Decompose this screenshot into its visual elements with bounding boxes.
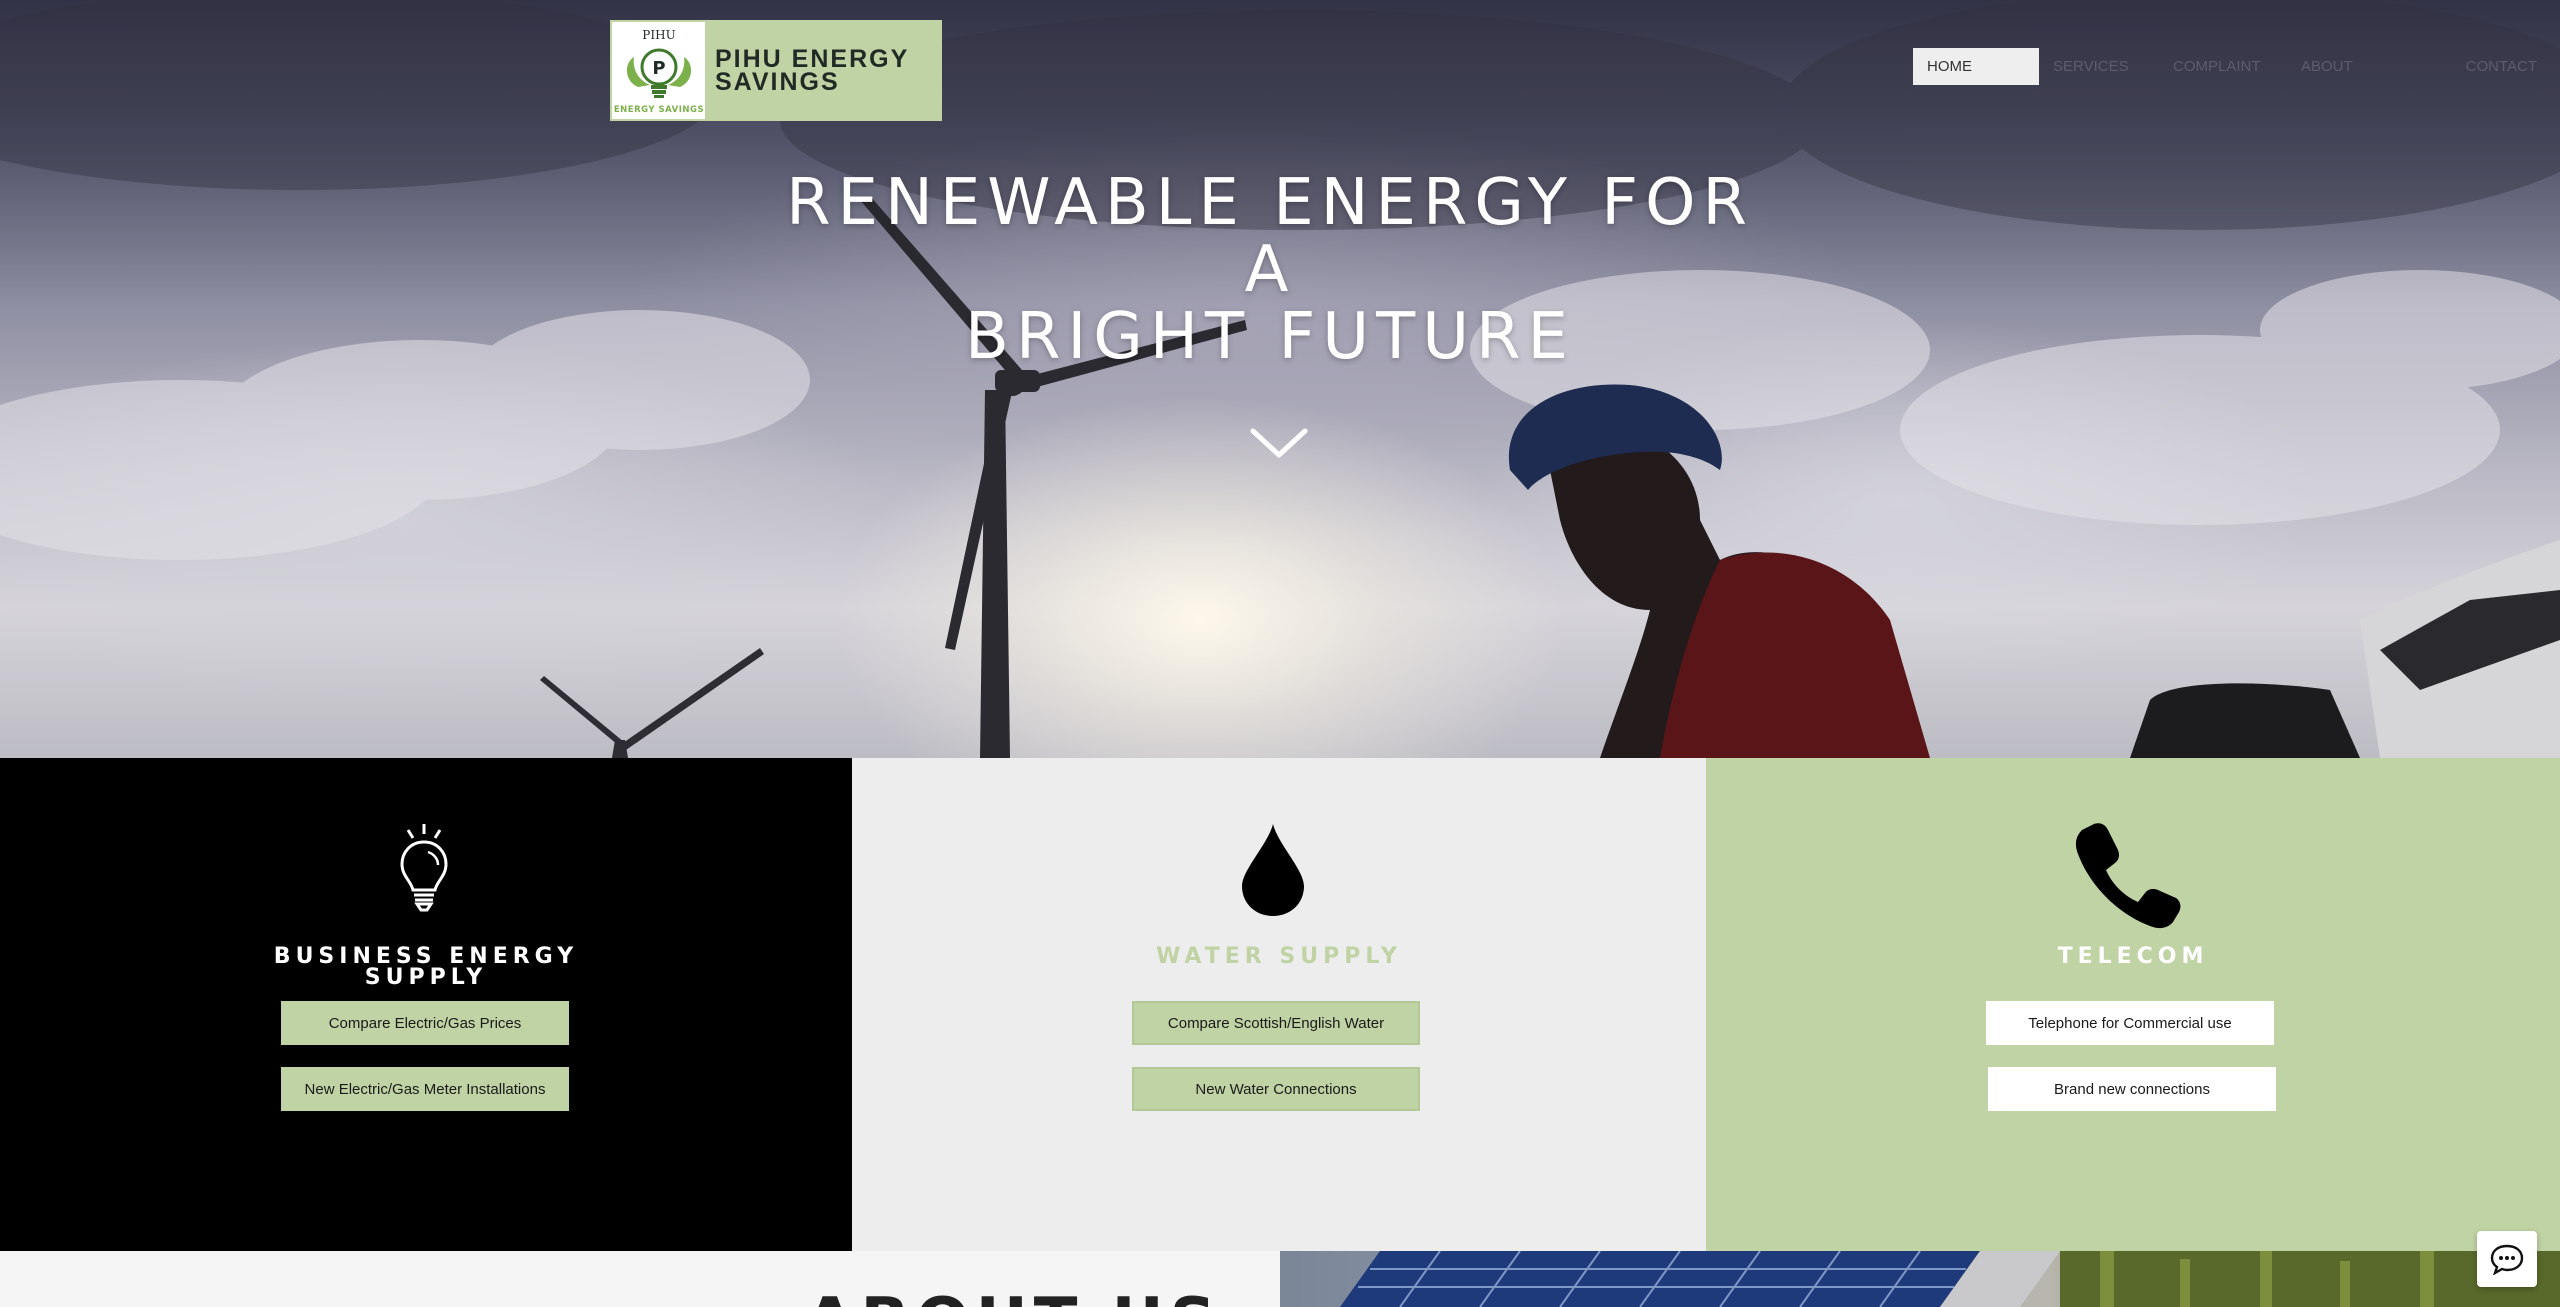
about-heading: ABOUT US [805,1290,1222,1307]
lightbulb-logo-icon: PIHU P ENERGY SAVINGS [614,28,704,115]
hero-title-line2: A [1244,233,1296,307]
brand-name: PIHU ENERGY SAVINGS [715,46,909,96]
nav-item-about[interactable]: ABOUT [2287,48,2411,85]
nav-item-contact[interactable]: CONTACT [2411,48,2551,85]
new-meter-installations-button[interactable]: New Electric/Gas Meter Installations [281,1067,569,1111]
logo-emblem: PIHU P ENERGY SAVINGS [610,20,707,121]
water-supply-title: WATER SUPPLY [1156,944,1402,969]
hero-title-line3: BRIGHT FUTURE [965,300,1575,374]
hero-section: PIHU P ENERGY SAVINGS PIHU ENERGY SAVING… [0,0,2560,758]
hero-title: RENEWABLE ENERGY FOR A BRIGHT FUTURE [0,170,2540,371]
nav-item-complaint[interactable]: COMPLAINT [2159,48,2287,85]
hero-title-line1: RENEWABLE ENERGY FOR [786,166,1754,240]
chevron-down-icon[interactable] [1249,425,1309,461]
business-energy-panel: BUSINESS ENERGY SUPPLY Compare Electric/… [0,758,852,1251]
svg-text:ENERGY SAVINGS: ENERGY SAVINGS [614,105,704,115]
svg-text:P: P [652,58,665,79]
about-section: ABOUT US [0,1251,1280,1307]
compare-water-button[interactable]: Compare Scottish/English Water [1132,1001,1420,1045]
main-nav: HOME SERVICES COMPLAINT ABOUT CONTACT [1913,48,2551,85]
chat-bubble-icon [2490,1244,2524,1275]
hero-overlay [0,0,2560,758]
site-logo[interactable]: PIHU P ENERGY SAVINGS PIHU ENERGY SAVING… [610,20,942,121]
brand-name-line2: SAVINGS [715,67,840,96]
lightbulb-icon [400,824,448,912]
nav-item-services[interactable]: SERVICES [2039,48,2159,85]
chat-button[interactable] [2477,1231,2537,1287]
compare-electric-gas-button[interactable]: Compare Electric/Gas Prices [281,1001,569,1045]
business-energy-title: BUSINESS ENERGY SUPPLY [0,944,852,990]
business-title-line1: BUSINESS ENERGY [273,944,579,969]
svg-text:PIHU: PIHU [642,28,675,42]
telephone-commercial-button[interactable]: Telephone for Commercial use [1986,1001,2274,1045]
business-title-line2: SUPPLY [364,965,488,990]
solar-panels-graphic [1340,1251,2560,1307]
phone-icon [2075,823,2181,929]
nav-item-home[interactable]: HOME [1913,48,2039,85]
water-drop-icon [1242,824,1304,916]
water-supply-panel: WATER SUPPLY Compare Scottish/English Wa… [852,758,1706,1251]
solar-panel-image [1280,1251,2560,1307]
telecom-panel: TELECOM Telephone for Commercial use Bra… [1706,758,2560,1251]
brand-new-connections-button[interactable]: Brand new connections [1988,1067,2276,1111]
new-water-connections-button[interactable]: New Water Connections [1132,1067,1420,1111]
telecom-title: TELECOM [2057,944,2209,969]
